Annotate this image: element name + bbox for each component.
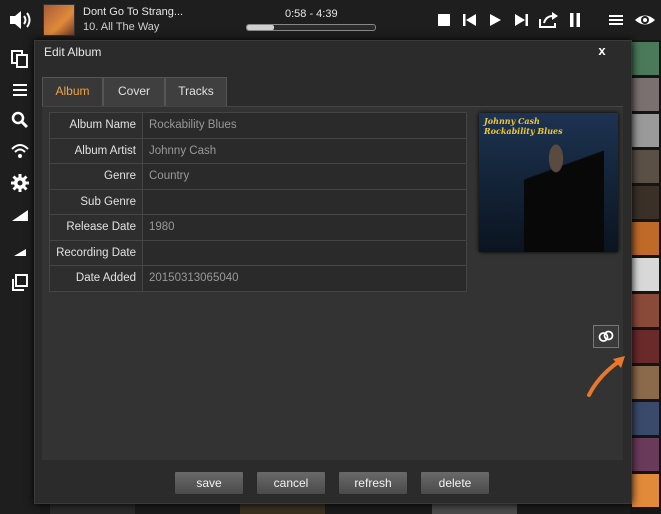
edit-album-dialog: Edit Album x Album Cover Tracks Album Na…: [34, 40, 632, 504]
link-cover-button[interactable]: [593, 325, 619, 348]
refresh-button[interactable]: refresh: [338, 471, 408, 495]
strip-cover[interactable]: [632, 222, 659, 255]
play-icon[interactable]: [488, 11, 502, 29]
search-icon[interactable]: [10, 110, 30, 130]
release-date-field[interactable]: 1980: [142, 214, 467, 241]
field-row-sub-genre: Sub Genre: [49, 188, 467, 215]
strip-cover[interactable]: [632, 42, 659, 75]
field-row-recording-date: Recording Date: [49, 239, 467, 266]
dialog-footer: save cancel refresh delete: [35, 461, 631, 503]
album-name-field[interactable]: Rockability Blues: [142, 112, 467, 139]
progress-fill: [247, 25, 274, 30]
field-row-genre: Genre Country: [49, 163, 467, 190]
field-label: Genre: [49, 163, 143, 190]
field-label: Album Artist: [49, 137, 143, 164]
dialog-title: Edit Album: [44, 45, 102, 59]
field-row-album-name: Album Name Rockability Blues: [49, 112, 467, 139]
wifi-icon[interactable]: [10, 141, 30, 161]
strip-cover[interactable]: [632, 402, 659, 435]
strip-cover[interactable]: [632, 114, 659, 147]
now-playing-track: 10. All The Way: [83, 21, 160, 33]
signal-icon[interactable]: [10, 205, 30, 225]
cover-figure: [524, 135, 604, 252]
album-fields-table: Album Name Rockability Blues Album Artis…: [49, 112, 467, 292]
copy-icon[interactable]: [10, 49, 30, 69]
strip-cover[interactable]: [632, 78, 659, 111]
cancel-button[interactable]: cancel: [256, 471, 326, 495]
strip-cover[interactable]: [632, 438, 659, 471]
album-panel: Album Name Rockability Blues Album Artis…: [42, 106, 625, 460]
field-label: Album Name: [49, 112, 143, 139]
tab-album[interactable]: Album: [42, 77, 103, 106]
recording-date-field[interactable]: [142, 239, 467, 266]
skip-back-icon[interactable]: [462, 11, 477, 29]
strip-cover[interactable]: [632, 186, 659, 219]
player-bar: Dont Go To Strang... 10. All The Way 0:5…: [0, 0, 661, 40]
now-playing-cover[interactable]: [43, 4, 75, 36]
eye-icon[interactable]: [634, 11, 656, 29]
windows-icon[interactable]: [10, 273, 30, 293]
field-row-date-added: Date Added 20150313065040: [49, 265, 467, 292]
save-button[interactable]: save: [174, 471, 244, 495]
tab-tracks[interactable]: Tracks: [165, 77, 227, 106]
link-icon: [598, 330, 614, 342]
annotation-arrow-icon: [587, 356, 625, 397]
close-icon[interactable]: x: [595, 43, 609, 59]
now-playing-title: Dont Go To Strang...: [83, 6, 184, 18]
stop-icon[interactable]: [437, 11, 451, 29]
field-label: Sub Genre: [49, 188, 143, 215]
field-label: Recording Date: [49, 239, 143, 266]
playback-time: 0:58 - 4:39: [285, 8, 338, 20]
album-artist-field[interactable]: Johnny Cash: [142, 137, 467, 164]
skip-forward-icon[interactable]: [514, 11, 529, 29]
menu-icon[interactable]: [608, 11, 624, 29]
cover-artist-text: Johnny Cash: [484, 116, 540, 126]
sub-genre-field[interactable]: [142, 188, 467, 215]
strip-cover[interactable]: [632, 366, 659, 399]
gear-icon[interactable]: [10, 173, 30, 193]
strip-cover[interactable]: [632, 150, 659, 183]
strip-cover[interactable]: [632, 258, 659, 291]
album-cover-image: Johnny Cash Rockability Blues: [479, 113, 618, 252]
signal-small-icon[interactable]: [10, 241, 30, 261]
cover-text: Johnny Cash Rockability Blues: [484, 116, 563, 136]
list-icon[interactable]: [10, 80, 30, 100]
genre-field[interactable]: Country: [142, 163, 467, 190]
field-label: Date Added: [49, 265, 143, 292]
field-row-album-artist: Album Artist Johnny Cash: [49, 137, 467, 164]
strip-cover[interactable]: [632, 474, 659, 507]
tab-cover[interactable]: Cover: [103, 77, 165, 106]
pause-icon[interactable]: [569, 11, 581, 29]
strip-cover[interactable]: [632, 294, 659, 327]
date-added-field[interactable]: 20150313065040: [142, 265, 467, 292]
field-label: Release Date: [49, 214, 143, 241]
delete-button[interactable]: delete: [420, 471, 490, 495]
album-strip: [630, 40, 661, 514]
progress-bar[interactable]: [246, 24, 376, 31]
strip-cover[interactable]: [632, 330, 659, 363]
share-icon[interactable]: [538, 11, 559, 29]
volume-icon[interactable]: [8, 9, 34, 31]
field-row-release-date: Release Date 1980: [49, 214, 467, 241]
